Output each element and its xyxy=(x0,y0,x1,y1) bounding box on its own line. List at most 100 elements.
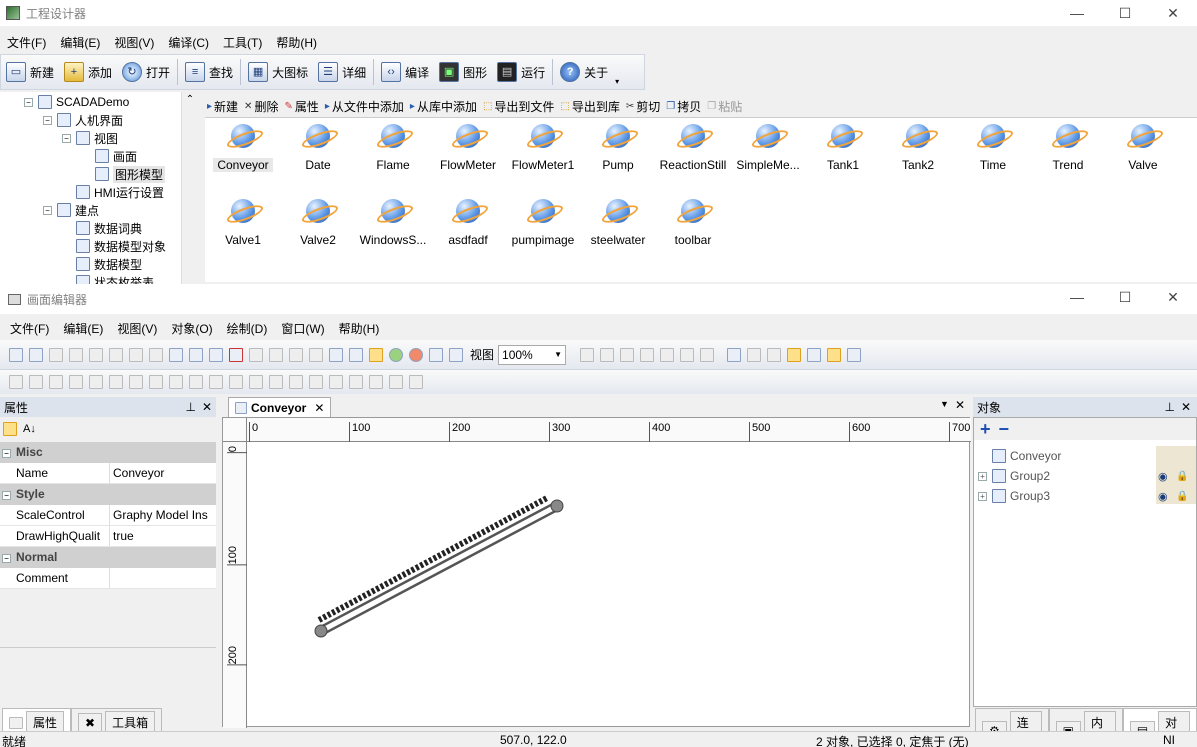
object-item[interactable]: + Group3 ◉ 🔒 xyxy=(978,486,1192,506)
large-icons-button[interactable]: ▦ 大图标 xyxy=(243,57,313,87)
maximize-button[interactable]: ☐ xyxy=(1101,0,1149,26)
gallery-item[interactable]: steelwater xyxy=(580,193,656,263)
zoom-actual-icon[interactable] xyxy=(449,347,463,362)
conveyor-graphic[interactable] xyxy=(247,442,969,726)
tree-item[interactable]: 数据词典 xyxy=(62,219,142,237)
bring-front-icon[interactable] xyxy=(249,375,263,389)
windows-icon[interactable] xyxy=(847,347,862,362)
object-item[interactable]: Conveyor xyxy=(978,446,1192,466)
visibility-eye-icon[interactable]: ◉ xyxy=(1158,490,1168,503)
tab-list-icon[interactable]: ▼ xyxy=(940,399,949,409)
editor-menu-edit[interactable]: 编辑(E) xyxy=(56,320,110,337)
tree-item[interactable]: 数据模型对象 xyxy=(62,237,166,255)
h-space-icon[interactable] xyxy=(209,375,223,389)
collapse-icon[interactable]: − xyxy=(2,554,11,563)
align-right-icon[interactable] xyxy=(49,375,63,389)
gallery-item[interactable]: Pump xyxy=(580,118,656,188)
add-button[interactable]: + 添加 xyxy=(59,57,117,87)
lib-add-from-library-button[interactable]: ▸ 从库中添加 xyxy=(408,98,481,115)
align-center-icon[interactable] xyxy=(29,375,43,389)
document-close-icon[interactable]: ✕ xyxy=(955,398,965,412)
gallery-item[interactable]: asdfadf xyxy=(430,193,506,263)
align-bottom-icon[interactable] xyxy=(680,347,695,362)
compile-button[interactable]: ‹› 编译 xyxy=(376,57,434,87)
paste-icon[interactable] xyxy=(109,347,123,362)
editor-menu-file[interactable]: 文件(F) xyxy=(0,320,56,337)
expand-icon[interactable]: + xyxy=(978,491,987,501)
tree-item[interactable]: − SCADADemo xyxy=(24,93,129,111)
drawing-canvas[interactable]: 0 100 200 300 400 500 600 700 0 100 200 xyxy=(222,417,971,728)
close-icon[interactable]: ✕ xyxy=(1181,400,1191,414)
close-button[interactable]: ✕ xyxy=(1149,0,1197,26)
v-center-icon[interactable] xyxy=(389,375,403,389)
zoom-fit-icon[interactable] xyxy=(429,347,443,362)
collapse-icon[interactable]: − xyxy=(2,491,11,500)
same-width-icon[interactable] xyxy=(149,375,163,389)
align-center-icon[interactable] xyxy=(600,347,615,362)
find-button[interactable]: ≡ 查找 xyxy=(180,57,238,87)
menu-help[interactable]: 帮助(H) xyxy=(269,34,324,51)
distribute-icon[interactable] xyxy=(700,347,715,362)
details-button[interactable]: ☰ 详细 xyxy=(313,57,371,87)
save-all-icon[interactable] xyxy=(49,347,63,362)
pin-icon[interactable]: ⊥ xyxy=(1165,400,1175,414)
menu-compile[interactable]: 编译(C) xyxy=(161,34,216,51)
gallery-item[interactable]: Conveyor xyxy=(205,118,281,188)
gallery-item[interactable]: Valve1 xyxy=(205,193,281,263)
tree-item[interactable]: 数据模型 xyxy=(62,255,142,273)
tree-item[interactable]: 状态枚举表 xyxy=(62,273,154,284)
gallery-item[interactable]: SimpleMe... xyxy=(730,118,806,188)
editor-menu-window[interactable]: 窗口(W) xyxy=(274,320,331,337)
pin-icon[interactable]: ⊥ xyxy=(186,400,196,414)
flip-icon[interactable] xyxy=(349,375,363,389)
gallery-item[interactable]: Time xyxy=(955,118,1031,188)
editor-menu-view[interactable]: 视图(V) xyxy=(110,320,164,337)
rotate-icon[interactable] xyxy=(329,375,343,389)
conveyor-belt[interactable] xyxy=(314,495,564,638)
open-button[interactable]: ↻ 打开 xyxy=(117,57,175,87)
align-top-icon[interactable] xyxy=(640,347,655,362)
tree-item[interactable]: HMI运行设置 xyxy=(62,183,164,201)
collapse-icon[interactable]: − xyxy=(43,115,52,125)
lock-icon[interactable]: 🔒 xyxy=(1176,471,1188,482)
property-row[interactable]: DrawHighQualit true xyxy=(0,526,216,547)
property-category[interactable]: − Normal xyxy=(0,547,216,568)
editor-menu-draw[interactable]: 绘制(D) xyxy=(220,320,275,337)
graphic-button[interactable]: ▣ 图形 xyxy=(434,57,492,87)
about-button[interactable]: ? 关于 xyxy=(555,57,613,87)
add-object-icon[interactable]: + xyxy=(980,420,991,438)
editor-close-button[interactable]: ✕ xyxy=(1149,284,1197,314)
align-top-icon[interactable] xyxy=(69,375,83,389)
alphabetical-icon[interactable]: A↓ xyxy=(23,423,36,435)
cut-icon[interactable] xyxy=(69,347,83,362)
tree-item[interactable]: 图形模型 xyxy=(81,165,166,183)
visibility-eye-icon[interactable]: ◉ xyxy=(1158,470,1168,483)
align-left-icon[interactable] xyxy=(9,375,23,389)
property-row[interactable]: ScaleControl Graphy Model Ins xyxy=(0,505,216,526)
zoom-select[interactable]: 100% ▼ xyxy=(498,344,567,365)
align-right-icon[interactable] xyxy=(620,347,635,362)
gallery-item[interactable]: Trend xyxy=(1030,118,1106,188)
object-item[interactable]: + Group2 ◉ 🔒 xyxy=(978,466,1192,486)
expand-icon[interactable]: + xyxy=(978,471,987,481)
property-value[interactable] xyxy=(110,568,216,588)
editor-menu-help[interactable]: 帮助(H) xyxy=(332,320,387,337)
order-icon[interactable] xyxy=(289,375,303,389)
property-value[interactable]: Graphy Model Ins xyxy=(110,505,216,525)
image-icon[interactable] xyxy=(767,347,782,362)
lib-add-from-file-button[interactable]: ▸ 从文件中添加 xyxy=(323,98,408,115)
editor-maximize-button[interactable]: ☐ xyxy=(1101,284,1149,314)
editor-menu-object[interactable]: 对象(O) xyxy=(164,320,219,337)
undo-icon[interactable] xyxy=(129,347,143,362)
gallery-item[interactable]: Valve2 xyxy=(280,193,356,263)
v-space-icon[interactable] xyxy=(229,375,243,389)
align-middle-icon[interactable] xyxy=(660,347,675,362)
gallery-item[interactable]: Tank2 xyxy=(880,118,956,188)
gallery-item[interactable]: pumpimage xyxy=(505,193,581,263)
lock-icon[interactable]: 🔒 xyxy=(1176,491,1188,502)
objects-panel-icon[interactable] xyxy=(827,347,842,362)
tree-scrollbar[interactable]: ⌃ xyxy=(181,92,198,284)
tree-item[interactable]: 画面 xyxy=(81,147,137,165)
h-center-icon[interactable] xyxy=(369,375,383,389)
lib-cut-button[interactable]: ✂ 剪切 xyxy=(624,98,664,115)
